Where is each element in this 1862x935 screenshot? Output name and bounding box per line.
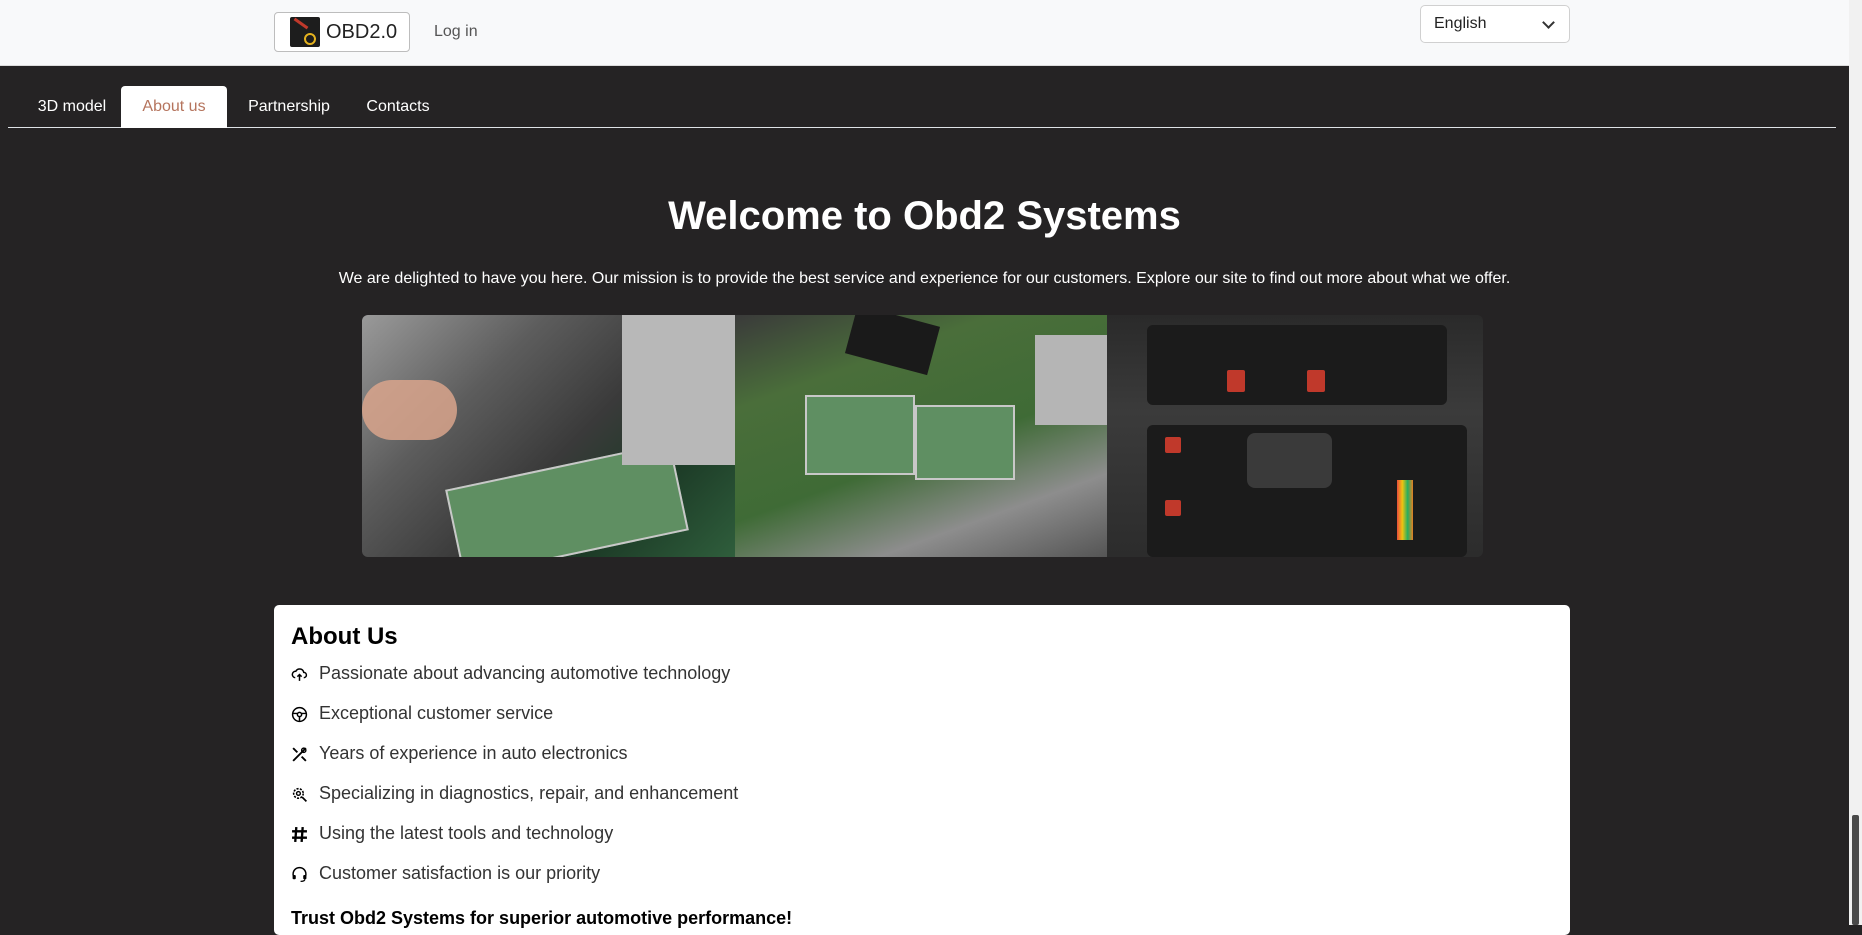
list-item: Using the latest tools and technology [291,823,738,863]
list-item: Years of experience in auto electronics [291,743,738,783]
about-list: Passionate about advancing automotive te… [291,663,738,903]
top-navbar: OBD2.0 Log in English [0,0,1857,66]
about-us-card: About Us Passionate about advancing auto… [274,605,1570,935]
about-item-label: Passionate about advancing automotive te… [319,663,731,683]
login-link[interactable]: Log in [434,23,478,41]
about-item-label: Customer satisfaction is our priority [319,863,601,883]
list-item: Passionate about advancing automotive te… [291,663,738,703]
list-item: Specializing in diagnostics, repair, and… [291,783,738,823]
brand-label: OBD2.0 [326,20,398,43]
tools-icon [292,747,307,762]
vertical-scrollbar[interactable] [1849,0,1862,925]
tab-contacts[interactable]: Contacts [351,86,445,128]
about-footer-text: Trust Obd2 Systems for superior automoti… [291,908,793,928]
language-value: English [1434,15,1487,32]
headset-icon [292,866,307,883]
language-select[interactable]: English [1420,5,1570,43]
flex-tool-case-photo [1107,315,1483,557]
list-item: Exceptional customer service [291,703,738,743]
ecu-bench-photo [362,315,735,557]
brand-button[interactable]: OBD2.0 [274,12,410,52]
about-item-label: Years of experience in auto electronics [319,743,628,763]
list-item: Customer satisfaction is our priority [291,863,738,903]
chevron-down-icon [1542,16,1555,29]
scrollbar-thumb[interactable] [1852,815,1859,925]
main-tabs: 3D model About us Partnership Contacts [8,86,1836,128]
page-title: Welcome to Obd2 Systems [668,194,1181,238]
about-item-label: Exceptional customer service [319,703,554,723]
steering-wheel-icon [291,706,308,723]
about-title: About Us [291,623,398,650]
tab-about-us[interactable]: About us [121,86,227,128]
about-item-label: Using the latest tools and technology [319,823,614,843]
gear-search-icon [292,787,308,803]
tab-3d-model[interactable]: 3D model [18,86,126,128]
tab-partnership[interactable]: Partnership [231,86,347,128]
ecu-boards-photo [735,315,1107,557]
hashtag-icon [292,826,307,843]
hero-description: We are delighted to have you here. Our m… [338,270,1511,287]
brand-logo-icon [290,17,320,47]
about-item-label: Specializing in diagnostics, repair, and… [319,783,739,803]
photo-gallery [362,315,1483,557]
cloud-upload-icon [291,668,308,681]
